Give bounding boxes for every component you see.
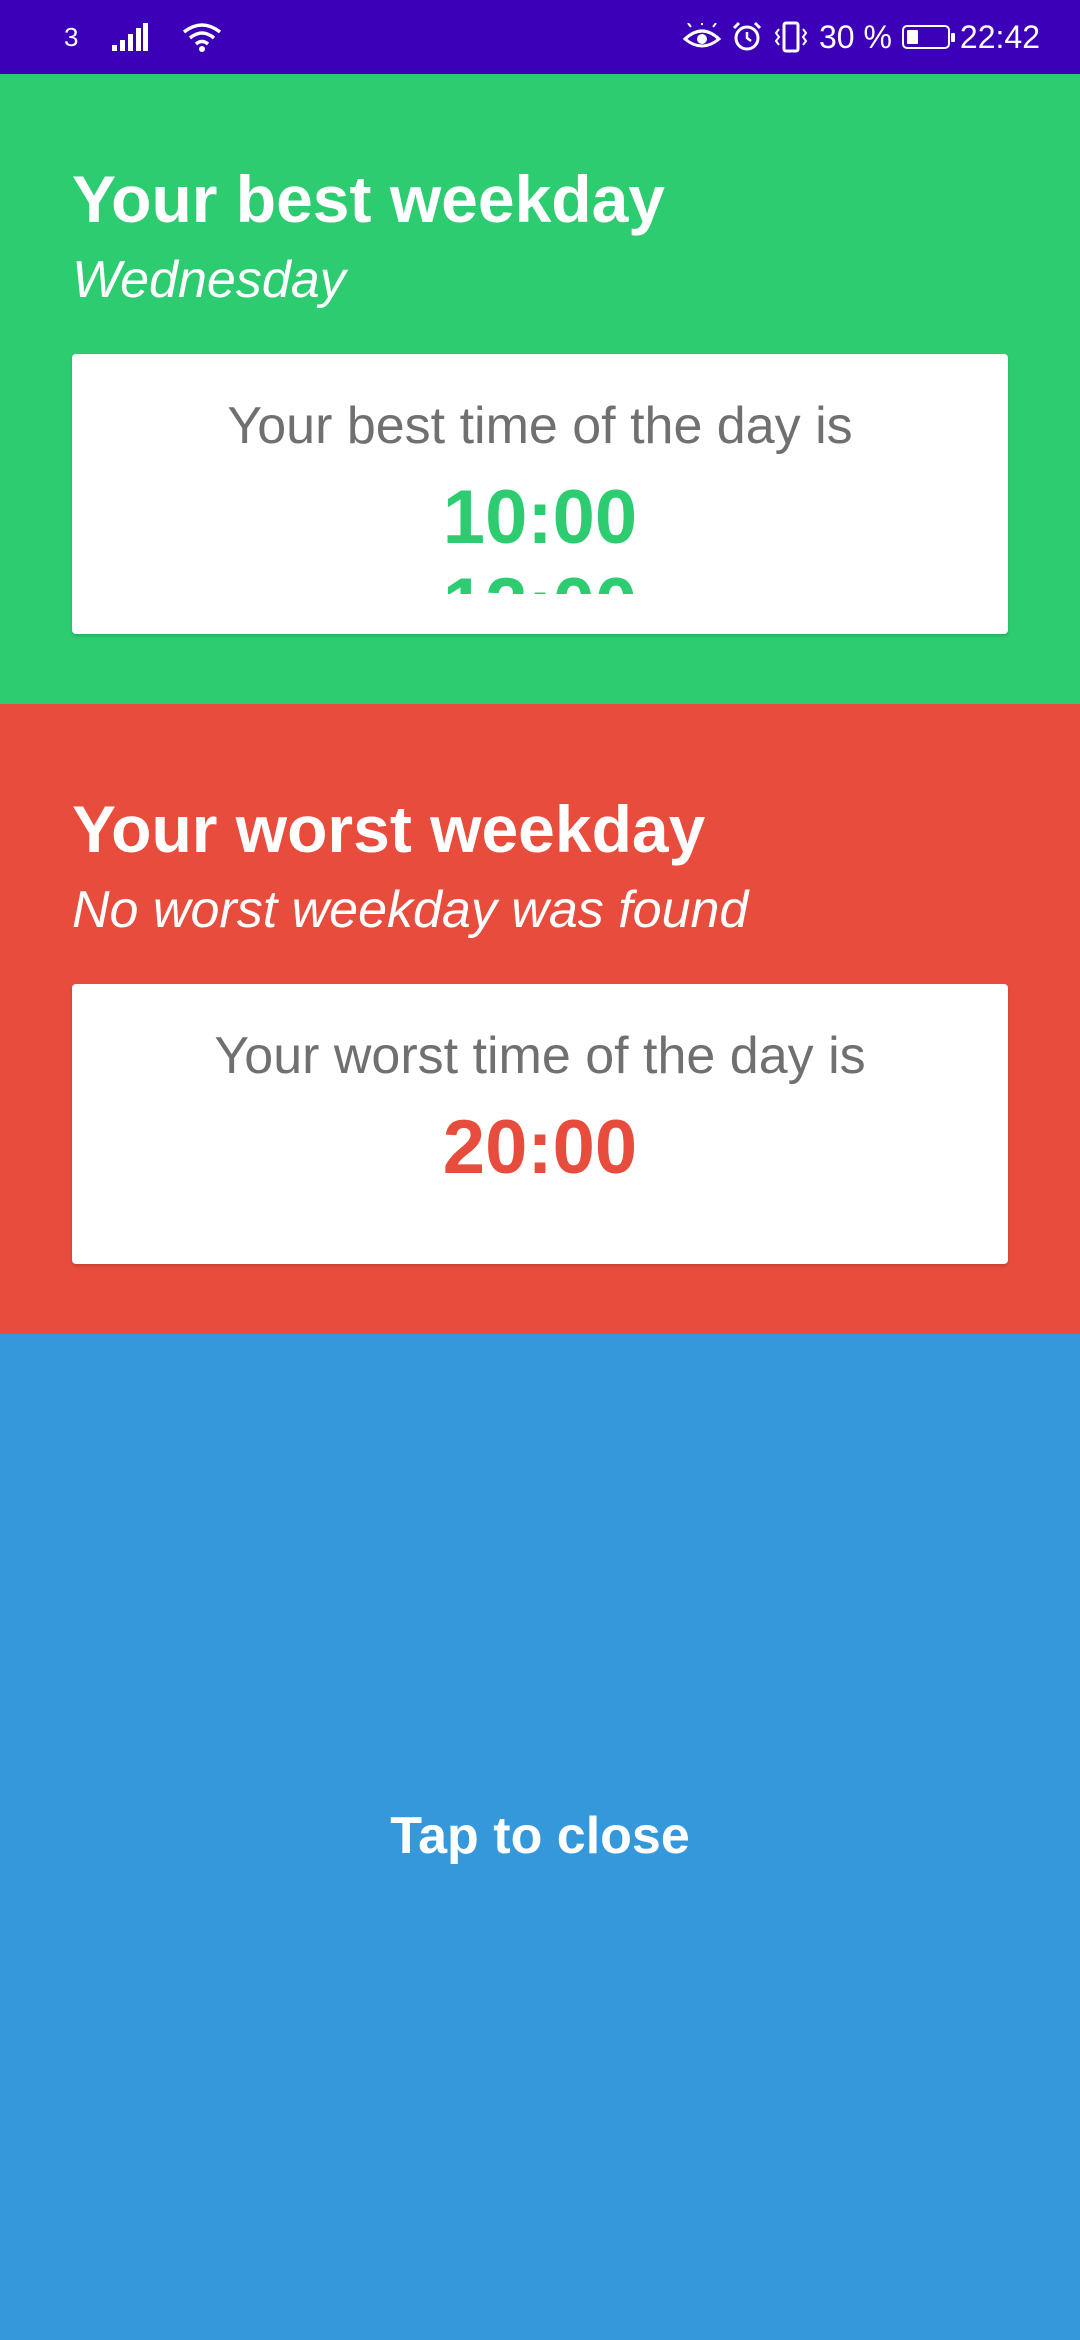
battery-percent: 30 % [818, 18, 892, 55]
close-area[interactable]: Tap to close [0, 1334, 1080, 2340]
carrier-label: 3 [64, 21, 79, 52]
worst-time-list[interactable]: 20:00 [72, 1104, 1008, 1224]
best-time-caption: Your best time of the day is [227, 397, 853, 455]
clock: 22:42 [959, 18, 1040, 55]
worst-time-caption: Your worst time of the day is [214, 1027, 866, 1085]
screen: 3 30 % 22:42 Your best weekday Wednesday… [0, 0, 1080, 2340]
best-weekday-value: Wednesday [72, 251, 346, 309]
worst-time-card: Your worst time of the day is 20:00 [72, 984, 1008, 1264]
status-right: 30 % 22:42 [682, 0, 1040, 74]
worst-weekday-title: Your worst weekday [72, 792, 706, 866]
worst-time-value: 20:00 [442, 1105, 638, 1190]
best-time-card: Your best time of the day is 10:00 12:00 [72, 354, 1008, 634]
tap-to-close-button[interactable]: Tap to close [0, 1810, 1080, 1862]
vibrate-icon [773, 21, 809, 53]
battery-level [906, 30, 919, 44]
signal-icon [112, 23, 149, 51]
worst-weekday-section: Your worst weekday No worst weekday was … [0, 704, 1080, 1334]
eye-icon [682, 23, 721, 51]
battery-icon [901, 25, 955, 49]
best-weekday-title: Your best weekday [72, 162, 666, 236]
worst-weekday-value: No worst weekday was found [72, 881, 749, 939]
best-time-value: 10:00 [442, 475, 638, 560]
status-bar: 3 30 % 22:42 [0, 0, 1080, 74]
wifi-icon [182, 22, 222, 52]
status-left: 3 [64, 0, 222, 74]
best-weekday-section: Your best weekday Wednesday Your best ti… [0, 74, 1080, 704]
best-time-list[interactable]: 10:00 12:00 [72, 474, 1008, 594]
best-time-value: 12:00 [72, 562, 1008, 594]
alarm-icon [731, 21, 763, 53]
